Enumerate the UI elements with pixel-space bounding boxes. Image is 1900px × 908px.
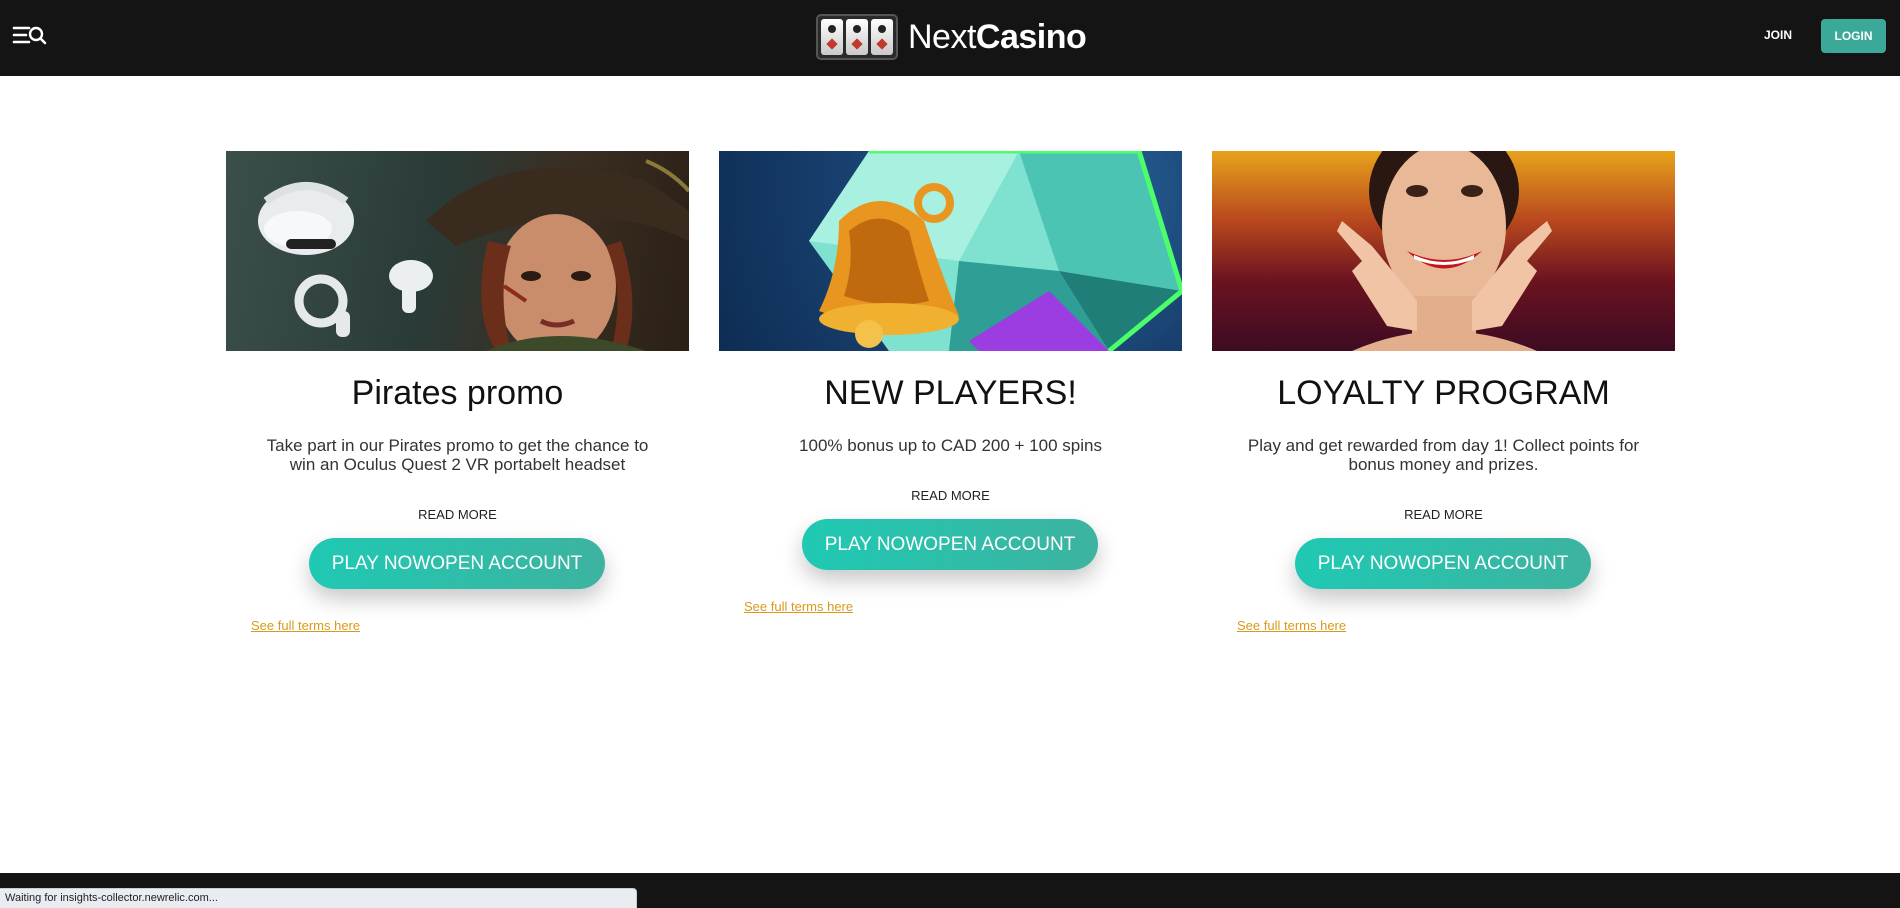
brand-name-light: Next bbox=[908, 17, 976, 56]
see-full-terms-link[interactable]: See full terms here bbox=[744, 599, 853, 614]
brand-logo[interactable]: NextCasino bbox=[816, 14, 1087, 60]
promo-title: LOYALTY PROGRAM bbox=[1277, 374, 1610, 412]
promo-image-smiling-woman[interactable] bbox=[1212, 151, 1675, 351]
see-full-terms-link[interactable]: See full terms here bbox=[1237, 618, 1346, 633]
play-now-open-account-button[interactable]: PLAY NOWOPEN ACCOUNT bbox=[802, 519, 1098, 570]
reel-icon bbox=[871, 19, 893, 55]
read-more-link[interactable]: READ MORE bbox=[1212, 507, 1675, 522]
promo-title: NEW PLAYERS! bbox=[824, 374, 1077, 412]
promo-title: Pirates promo bbox=[351, 374, 564, 412]
slot-reels-icon bbox=[816, 14, 898, 60]
see-full-terms-link[interactable]: See full terms here bbox=[251, 618, 360, 633]
login-button[interactable]: LOGIN bbox=[1821, 19, 1886, 53]
promo-description: 100% bonus up to CAD 200 + 100 spins bbox=[799, 436, 1102, 455]
play-now-open-account-button[interactable]: PLAY NOWOPEN ACCOUNT bbox=[309, 538, 605, 589]
promo-card-loyalty: LOYALTY PROGRAM Play and get rewarded fr… bbox=[1212, 151, 1675, 633]
join-link[interactable]: JOIN bbox=[1764, 28, 1792, 42]
reel-icon bbox=[846, 19, 868, 55]
top-navigation-bar: NextCasino JOIN LOGIN bbox=[0, 0, 1900, 76]
promo-image-bell-diamond[interactable] bbox=[719, 151, 1182, 351]
promo-description: Play and get rewarded from day 1! Collec… bbox=[1247, 436, 1640, 474]
play-now-open-account-button[interactable]: PLAY NOWOPEN ACCOUNT bbox=[1295, 538, 1591, 589]
read-more-link[interactable]: READ MORE bbox=[226, 507, 689, 522]
reel-icon bbox=[821, 19, 843, 55]
menu-search-icon[interactable] bbox=[12, 22, 48, 50]
promo-card-new-players: NEW PLAYERS! 100% bonus up to CAD 200 + … bbox=[719, 151, 1182, 614]
promo-description: Take part in our Pirates promo to get th… bbox=[266, 436, 649, 474]
promo-card-pirates: Pirates promo Take part in our Pirates p… bbox=[226, 151, 689, 633]
brand-name-bold: Casino bbox=[975, 17, 1087, 56]
read-more-link[interactable]: READ MORE bbox=[719, 488, 1182, 503]
brand-name: NextCasino bbox=[908, 17, 1087, 57]
browser-status-bar: Waiting for insights-collector.newrelic.… bbox=[0, 888, 637, 908]
promo-image-pirate[interactable] bbox=[226, 151, 689, 351]
